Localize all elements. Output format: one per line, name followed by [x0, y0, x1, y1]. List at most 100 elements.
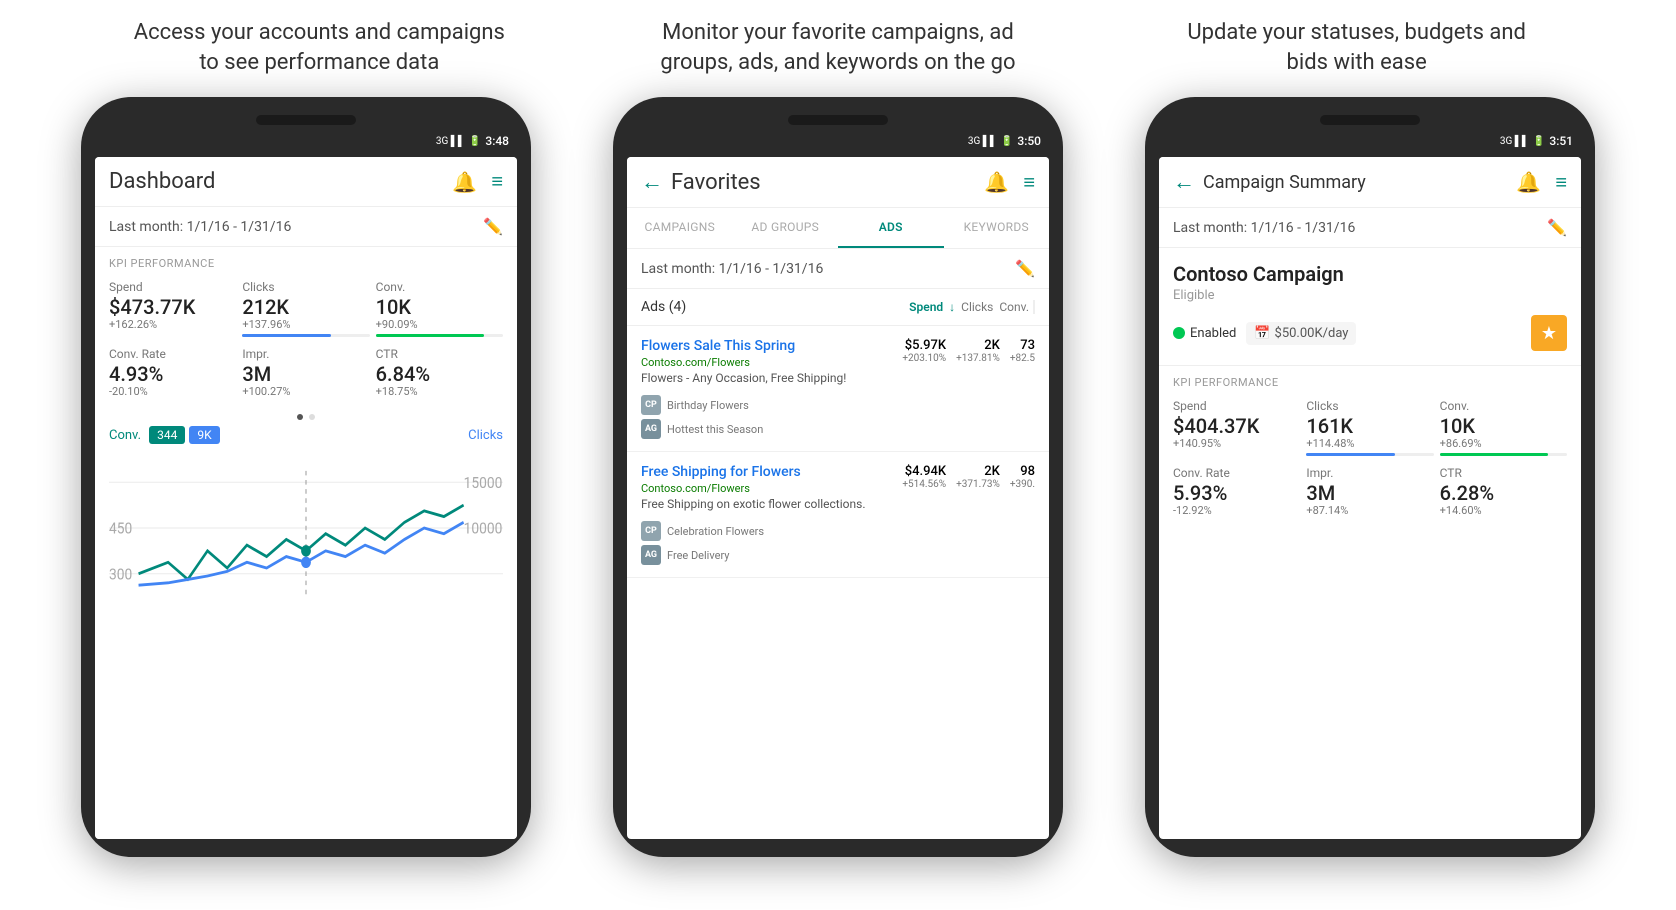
ad-title-1[interactable]: Flowers Sale This Spring	[641, 338, 898, 354]
edit-icon-3[interactable]: ✏️	[1547, 218, 1567, 237]
kpi3-clicks: Clicks 161K +114.48%	[1306, 399, 1433, 456]
status-bar-2: 3G ▌▌ 🔋 3:50	[627, 131, 1049, 151]
clicks-bubble: 9K	[189, 426, 219, 444]
kpi-convrate-name: Conv. Rate	[109, 347, 236, 361]
dot-1	[297, 414, 303, 420]
date-text-3: Last month: 1/1/16 - 1/31/16	[1173, 220, 1355, 236]
tag-label-ag-1: Hottest this Season	[667, 423, 763, 436]
kpi-spend-name: Spend	[109, 280, 236, 294]
kpi3-conv-bar	[1440, 453, 1567, 456]
ad-tag-cp-2: CP Celebration Flowers	[641, 521, 1035, 541]
bell-icon-3[interactable]: 🔔	[1516, 170, 1541, 194]
star-button[interactable]: ★	[1531, 315, 1567, 351]
header-title-3: Campaign Summary	[1203, 172, 1516, 193]
time-3: 3:51	[1549, 134, 1573, 148]
kpi-spend-value: $473.77K	[109, 296, 236, 318]
sort-arrow[interactable]: ↓	[949, 300, 955, 314]
kpi-convrate-1: Conv. Rate 4.93% -20.10%	[109, 347, 236, 398]
ad-desc-1: Flowers - Any Occasion, Free Shipping!	[641, 371, 898, 385]
ads-count: Ads (4)	[641, 299, 686, 315]
tag-badge-ag-2: AG	[641, 545, 661, 565]
header-icons-3: 🔔 ≡	[1516, 170, 1567, 195]
kpi-ctr-1: CTR 6.84% +18.75%	[376, 347, 503, 398]
menu-icon-2[interactable]: ≡	[1023, 170, 1035, 195]
tag-badge-ag-1: AG	[641, 419, 661, 439]
chart-svg-1: 450 300 15000 10000	[109, 448, 503, 608]
ad-title-2[interactable]: Free Shipping for Flowers	[641, 464, 898, 480]
kpi-impr-name: Impr.	[242, 347, 369, 361]
svg-text:15000: 15000	[464, 473, 503, 492]
budget-badge: 📅 $50.00K/day	[1246, 322, 1356, 345]
kpi-section-3: KPI PERFORMANCE Spend $404.37K +140.95% …	[1159, 366, 1581, 527]
signal-icon-3: 3G ▌▌	[1500, 136, 1529, 147]
budget-value: $50.00K/day	[1275, 326, 1349, 341]
kpi-ctr-name: CTR	[376, 347, 503, 361]
kpi3-ctr: CTR 6.28% +14.60%	[1440, 466, 1567, 517]
kpi-conv-1: Conv. 10K +90.09%	[376, 280, 503, 337]
date-text-1: Last month: 1/1/16 - 1/31/16	[109, 219, 291, 235]
ad-url-1: Contoso.com/Flowers	[641, 356, 898, 369]
header-title-1: Dashboard	[109, 169, 452, 194]
app-header-1: Dashboard 🔔 ≡	[95, 157, 517, 207]
ad-item-1: Flowers Sale This Spring Contoso.com/Flo…	[627, 326, 1049, 452]
date-bar-2: Last month: 1/1/16 - 1/31/16 ✏️	[627, 249, 1049, 289]
tag-badge-cp-2: CP	[641, 521, 661, 541]
campaign-summary: Contoso Campaign Eligible Enabled 📅 $50.…	[1159, 248, 1581, 366]
ads-header-2: Ads (4) Spend ↓ Clicks Conv.	[627, 289, 1049, 326]
bell-icon-2[interactable]: 🔔	[984, 170, 1009, 194]
chart-area-1: Conv. 344 9K Clicks 450 300 15	[95, 426, 517, 839]
ad-tag-ag-2: AG Free Delivery	[641, 545, 1035, 565]
kpi-grid-1: Spend $473.77K +162.26% Clicks 212K +137…	[109, 280, 503, 398]
battery-icon-3: 🔋	[1533, 136, 1545, 147]
tag-label-cp-1: Birthday Flowers	[667, 399, 749, 412]
enabled-label: Enabled	[1190, 326, 1236, 341]
kpi-conv-value: 10K	[376, 296, 503, 318]
date-bar-3: Last month: 1/1/16 - 1/31/16 ✏️	[1159, 208, 1581, 248]
campaign-name: Contoso Campaign	[1173, 262, 1567, 286]
battery-icon: 🔋	[469, 136, 481, 147]
kpi-clicks-name: Clicks	[242, 280, 369, 294]
tab-keywords[interactable]: KEYWORDS	[944, 208, 1050, 248]
menu-icon-1[interactable]: ≡	[491, 169, 503, 194]
status-bar-1: 3G ▌▌ 🔋 3:48	[95, 131, 517, 151]
menu-icon-3[interactable]: ≡	[1555, 170, 1567, 195]
battery-icon-2: 🔋	[1001, 136, 1013, 147]
screen-1: Dashboard 🔔 ≡ Last month: 1/1/16 - 1/31/…	[95, 157, 517, 839]
signal-icon-2: 3G ▌▌	[968, 136, 997, 147]
kpi-conv-name: Conv.	[376, 280, 503, 294]
ad-metric-spend-1: $5.97K +203.10%	[902, 338, 946, 364]
header-icons-1: 🔔 ≡	[452, 169, 503, 194]
kpi-clicks-change: +137.96%	[242, 318, 369, 331]
back-icon-2[interactable]: ←	[641, 169, 663, 195]
screen-3: ← Campaign Summary 🔔 ≡ Last month: 1/1/1…	[1159, 157, 1581, 839]
ad-tag-ag-1: AG Hottest this Season	[641, 419, 1035, 439]
date-text-2: Last month: 1/1/16 - 1/31/16	[641, 261, 823, 277]
svg-text:10000: 10000	[464, 519, 503, 538]
ad-metric-conv-1: 73 +82.5	[1010, 338, 1035, 364]
phone-top-1: 3G ▌▌ 🔋 3:48	[95, 115, 517, 151]
edit-icon-2[interactable]: ✏️	[1015, 259, 1035, 278]
ad-tags-2: CP Celebration Flowers AG Free Delivery	[641, 521, 1035, 565]
caption-3: Update your statuses, budgets and bids w…	[1117, 18, 1597, 77]
kpi-convrate-change: -20.10%	[109, 385, 236, 398]
tab-adgroups[interactable]: AD GROUPS	[733, 208, 839, 248]
edit-icon-1[interactable]: ✏️	[483, 217, 503, 236]
speaker-2	[788, 115, 888, 125]
ad-item-2: Free Shipping for Flowers Contoso.com/Fl…	[627, 452, 1049, 578]
bell-icon-1[interactable]: 🔔	[452, 170, 477, 194]
conv-bubble: 344	[149, 426, 185, 444]
kpi3-convrate: Conv. Rate 5.93% -12.92%	[1173, 466, 1300, 517]
ad-url-2: Contoso.com/Flowers	[641, 482, 898, 495]
tabs-bar-2: CAMPAIGNS AD GROUPS ADS KEYWORDS	[627, 208, 1049, 249]
conv-legend: Conv.	[109, 428, 141, 443]
time-2: 3:50	[1017, 134, 1041, 148]
back-icon-3[interactable]: ←	[1173, 169, 1195, 195]
col-conv: Conv.	[999, 300, 1035, 314]
captions-row: Access your accounts and campaigns to se…	[0, 0, 1676, 87]
ad-tag-cp-1: CP Birthday Flowers	[641, 395, 1035, 415]
tab-ads[interactable]: ADS	[838, 208, 944, 248]
phone-1: 3G ▌▌ 🔋 3:48 Dashboard 🔔 ≡ Last month: 1…	[81, 97, 531, 857]
kpi-label-1: KPI PERFORMANCE	[109, 257, 503, 270]
tab-campaigns[interactable]: CAMPAIGNS	[627, 208, 733, 248]
kpi-grid-3: Spend $404.37K +140.95% Clicks 161K +114…	[1173, 399, 1567, 517]
